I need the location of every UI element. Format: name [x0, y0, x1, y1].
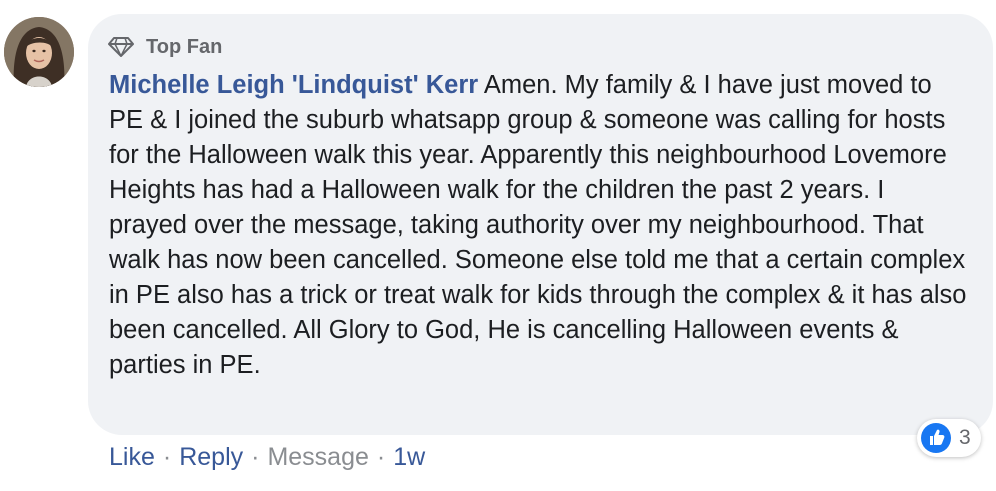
- separator: ·: [376, 442, 386, 471]
- separator: ·: [162, 442, 172, 471]
- author-name[interactable]: Michelle Leigh 'Lindquist' Kerr: [109, 71, 478, 99]
- comment: Top Fan Michelle Leigh 'Lindquist' Kerr …: [0, 0, 996, 491]
- top-fan-badge[interactable]: Top Fan: [108, 34, 222, 60]
- diamond-icon: [108, 37, 134, 57]
- thumbs-up-icon: [921, 423, 951, 453]
- separator: ·: [251, 442, 260, 471]
- like-button[interactable]: Like: [109, 443, 155, 472]
- message-button[interactable]: Message: [267, 443, 368, 472]
- reply-button[interactable]: Reply: [179, 443, 243, 472]
- timestamp[interactable]: 1w: [393, 443, 425, 472]
- comment-bubble: Top Fan Michelle Leigh 'Lindquist' Kerr …: [88, 14, 993, 435]
- avatar-photo: [4, 17, 74, 87]
- badge-label: Top Fan: [146, 35, 223, 58]
- avatar[interactable]: [4, 17, 74, 87]
- comment-text-block: Michelle Leigh 'Lindquist' Kerr Amen. My…: [109, 68, 969, 383]
- comment-actions: Like · Reply · Message · 1w: [109, 440, 425, 474]
- reactions-summary[interactable]: 3: [917, 419, 981, 457]
- comment-text: Amen. My family & I have just moved to P…: [109, 71, 967, 379]
- reaction-count: 3: [959, 426, 971, 449]
